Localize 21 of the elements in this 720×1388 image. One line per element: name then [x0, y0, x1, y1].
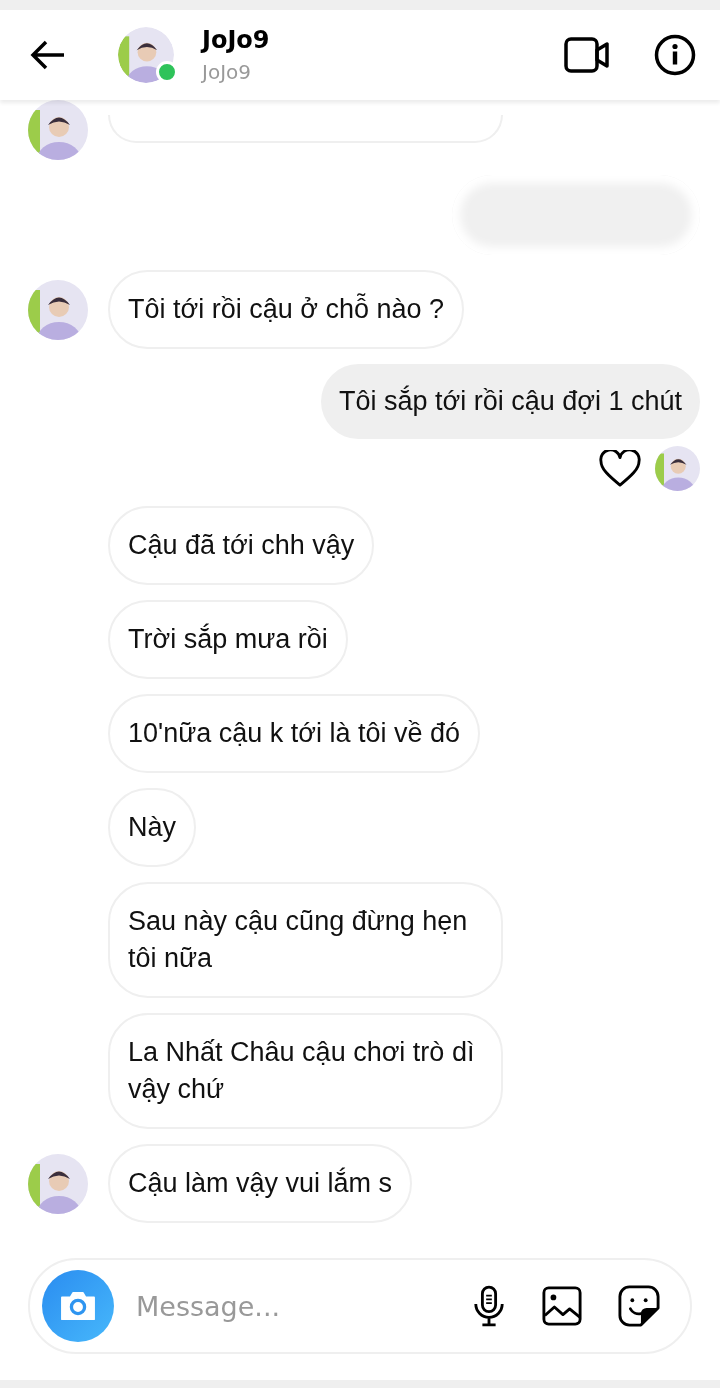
image-icon[interactable]: [542, 1286, 582, 1326]
message-bubble: Trời sắp mưa rồi: [108, 600, 348, 679]
message-bubble: La Nhất Châu cậu chơi trò dì vậy chứ: [108, 1013, 503, 1129]
back-icon[interactable]: [30, 40, 66, 70]
contact-username: JoJo9: [202, 60, 252, 84]
message-input[interactable]: Message...: [134, 1289, 436, 1323]
message-bubble: Tôi sắp tới rồi cậu đợi 1 chút: [320, 364, 700, 439]
video-call-icon[interactable]: [564, 36, 610, 74]
info-icon[interactable]: [654, 34, 696, 76]
contact-name: JoJo9: [202, 26, 271, 54]
message-bubble: 10'nữa cậu k tới là tôi về đó: [108, 694, 481, 773]
camera-button[interactable]: [42, 1270, 114, 1342]
camera-icon: [59, 1290, 97, 1322]
microphone-icon[interactable]: [472, 1285, 506, 1327]
message-bubble: Sau này cậu cũng đừng hẹn tôi nữa: [108, 882, 503, 998]
message-bubble: Cậu làm vậy vui lắm s: [108, 1144, 413, 1223]
message-bubble: Này: [108, 788, 196, 867]
heart-icon[interactable]: [599, 449, 641, 488]
sticker-icon[interactable]: [618, 1285, 660, 1327]
message-bubble: Tôi tới rồi cậu ở chỗ nào ?: [108, 270, 465, 349]
message-bubble: Cậu đã tới chh vậy: [108, 506, 375, 585]
